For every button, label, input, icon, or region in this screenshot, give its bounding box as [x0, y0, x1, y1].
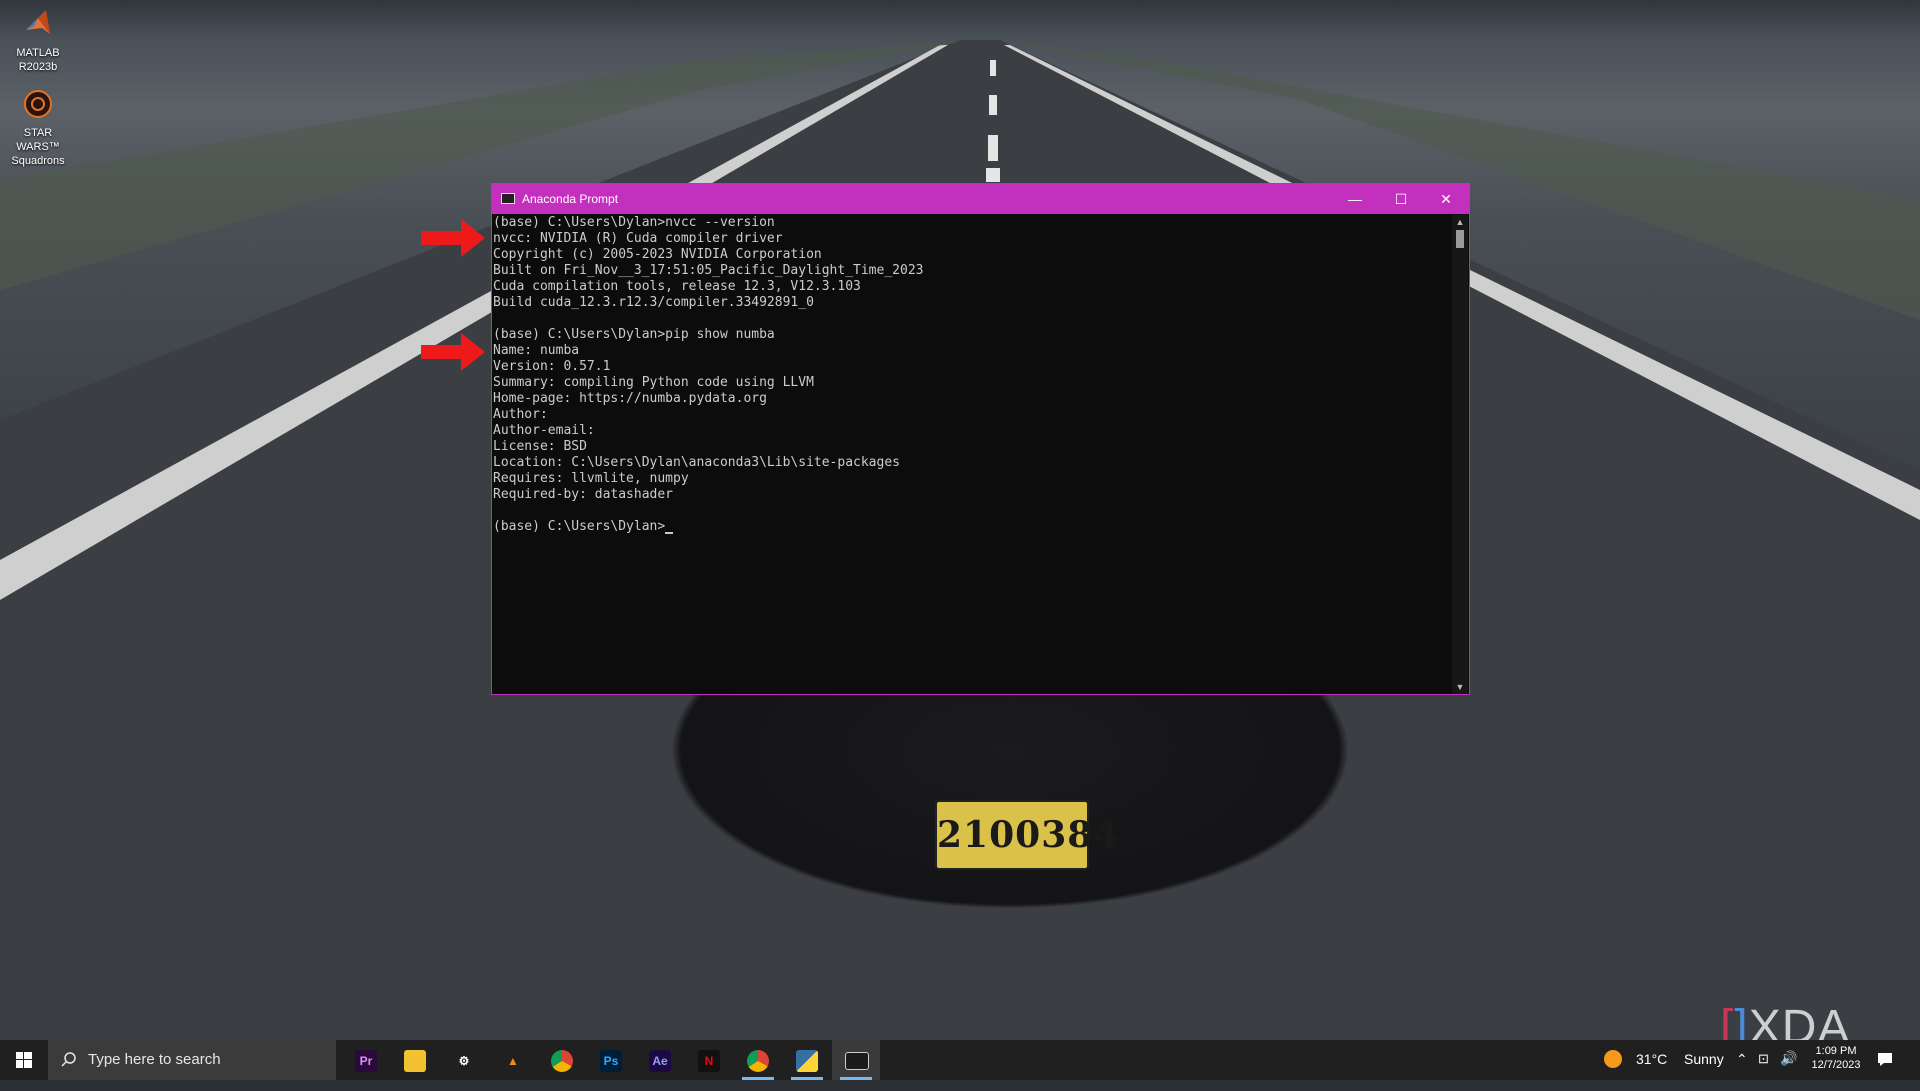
console-line: Build cuda_12.3.r12.3/compiler.33492891_…: [493, 295, 814, 310]
console-line: (base) C:\Users\Dylan>: [493, 519, 1450, 535]
red-arrow-icon: [421, 333, 485, 371]
maximize-button[interactable]: ☐: [1378, 184, 1424, 214]
notifications-button[interactable]: [1876, 1050, 1894, 1090]
matlab-icon: [26, 10, 50, 34]
scroll-down-icon[interactable]: ▼: [1452, 680, 1468, 694]
search-icon: [61, 1052, 76, 1067]
text-cursor: [665, 532, 674, 534]
console-line: Cuda compilation tools, release 12.3, V1…: [493, 279, 861, 294]
taskbar-app-file-explorer[interactable]: [391, 1040, 439, 1080]
desktop-icon-star-wars-squadrons[interactable]: STAR WARS™ Squadrons: [2, 88, 74, 168]
taskbar: Type here to search Pr ⚙ ▲ Ps Ae N 31°C Sunny…: [0, 1040, 1920, 1080]
python-icon: [796, 1050, 818, 1072]
windows-logo-icon: [16, 1052, 32, 1068]
search-placeholder: Type here to search: [88, 1051, 221, 1068]
minimize-button[interactable]: —: [1332, 184, 1378, 214]
taskbar-app-settings[interactable]: ⚙: [440, 1040, 488, 1080]
settings-icon: ⚙: [458, 1054, 470, 1068]
console-line: Location: C:\Users\Dylan\anaconda3\Lib\s…: [493, 455, 900, 470]
taskbar-app-chrome[interactable]: [538, 1040, 586, 1080]
chrome-2-icon: [747, 1050, 769, 1072]
console-line: Summary: compiling Python code using LLV…: [493, 375, 814, 390]
scrollbar-thumb[interactable]: [1456, 230, 1464, 248]
taskbar-app-chrome-2[interactable]: [734, 1040, 782, 1080]
console-line: Home-page: https://numba.pydata.org: [493, 391, 767, 406]
console-app-icon: [501, 193, 515, 204]
console-line: License: BSD: [493, 439, 587, 454]
console-line: (base) C:\Users\Dylan>pip show numba: [493, 327, 775, 342]
console-output[interactable]: (base) C:\Users\Dylan>nvcc --version nvcc…: [493, 215, 1450, 694]
red-arrow-icon: [421, 219, 485, 257]
desktop-icon-label: R2023b: [18, 61, 58, 73]
clock-time: 1:09 PM: [1815, 1045, 1857, 1057]
desktop-icon-label: MATLAB: [16, 47, 60, 59]
taskbar-app-vlc[interactable]: ▲: [489, 1040, 537, 1080]
console-line: Author-email:: [493, 423, 595, 438]
console-line: nvcc: NVIDIA (R) Cuda compiler driver: [493, 231, 783, 246]
vlc-icon: ▲: [507, 1054, 519, 1068]
premiere-icon: Pr: [355, 1050, 377, 1072]
taskbar-app-photoshop[interactable]: Ps: [587, 1040, 635, 1080]
console-line: (base) C:\Users\Dylan>nvcc --version: [493, 215, 775, 230]
desktop-icon-matlab[interactable]: MATLAB R2023b: [2, 8, 74, 74]
window-title: Anaconda Prompt: [522, 192, 619, 206]
chrome-icon: [551, 1050, 573, 1072]
chevron-up-icon: ⌃: [1736, 1051, 1748, 1067]
desktop-icon-label: Squadrons: [11, 155, 65, 167]
notification-icon: [1878, 1053, 1892, 1066]
weather-temp: 31°C: [1636, 1051, 1668, 1067]
weather-condition: Sunny: [1684, 1051, 1724, 1067]
volume-icon[interactable]: 🔊: [1780, 1050, 1797, 1090]
console-line: Author:: [493, 407, 548, 422]
taskbar-app-terminal[interactable]: [832, 1040, 880, 1080]
window-titlebar[interactable]: Anaconda Prompt — ☐ ✕: [492, 184, 1469, 214]
taskbar-app-after-effects[interactable]: Ae: [636, 1040, 684, 1080]
close-button[interactable]: ✕: [1423, 184, 1469, 214]
network-icon[interactable]: ⊡: [1758, 1051, 1769, 1091]
taskbar-app-netflix[interactable]: N: [685, 1040, 733, 1080]
taskbar-search-box[interactable]: Type here to search: [48, 1040, 336, 1080]
clock-date: 12/7/2023: [1811, 1059, 1861, 1071]
console-line: Copyright (c) 2005-2023 NVIDIA Corporati…: [493, 247, 822, 262]
console-line: Name: numba: [493, 343, 580, 358]
terminal-icon: [845, 1052, 869, 1070]
anaconda-prompt-window: Anaconda Prompt — ☐ ✕ (base) C:\Users\Dy…: [491, 183, 1470, 695]
taskbar-app-premiere[interactable]: Pr: [342, 1040, 390, 1080]
star-wars-icon: [24, 90, 52, 118]
photoshop-icon: Ps: [600, 1050, 622, 1072]
taskbar-app-python[interactable]: [783, 1040, 831, 1080]
netflix-icon: N: [698, 1050, 720, 1072]
desktop-icon-label: STAR WARS™: [16, 127, 60, 153]
console-line: Requires: llvmlite, numpy: [493, 471, 689, 486]
scroll-up-icon[interactable]: ▲: [1452, 215, 1468, 229]
console-line: Required-by: datashader: [493, 487, 674, 502]
start-button[interactable]: [0, 1040, 48, 1080]
file-explorer-icon: [404, 1050, 426, 1072]
clock[interactable]: 1:09 PM 12/7/2023: [1808, 1040, 1864, 1080]
sun-icon: [1604, 1050, 1622, 1068]
console-scrollbar[interactable]: ▲ ▼: [1452, 215, 1468, 694]
console-line: Built on Fri_Nov__3_17:51:05_Pacific_Day…: [493, 263, 924, 278]
after-effects-icon: Ae: [649, 1050, 671, 1072]
license-plate: 2100384: [935, 800, 1118, 870]
show-hidden-icons-button[interactable]: ⌃: [1736, 1051, 1748, 1091]
console-line: Version: 0.57.1: [493, 359, 611, 374]
